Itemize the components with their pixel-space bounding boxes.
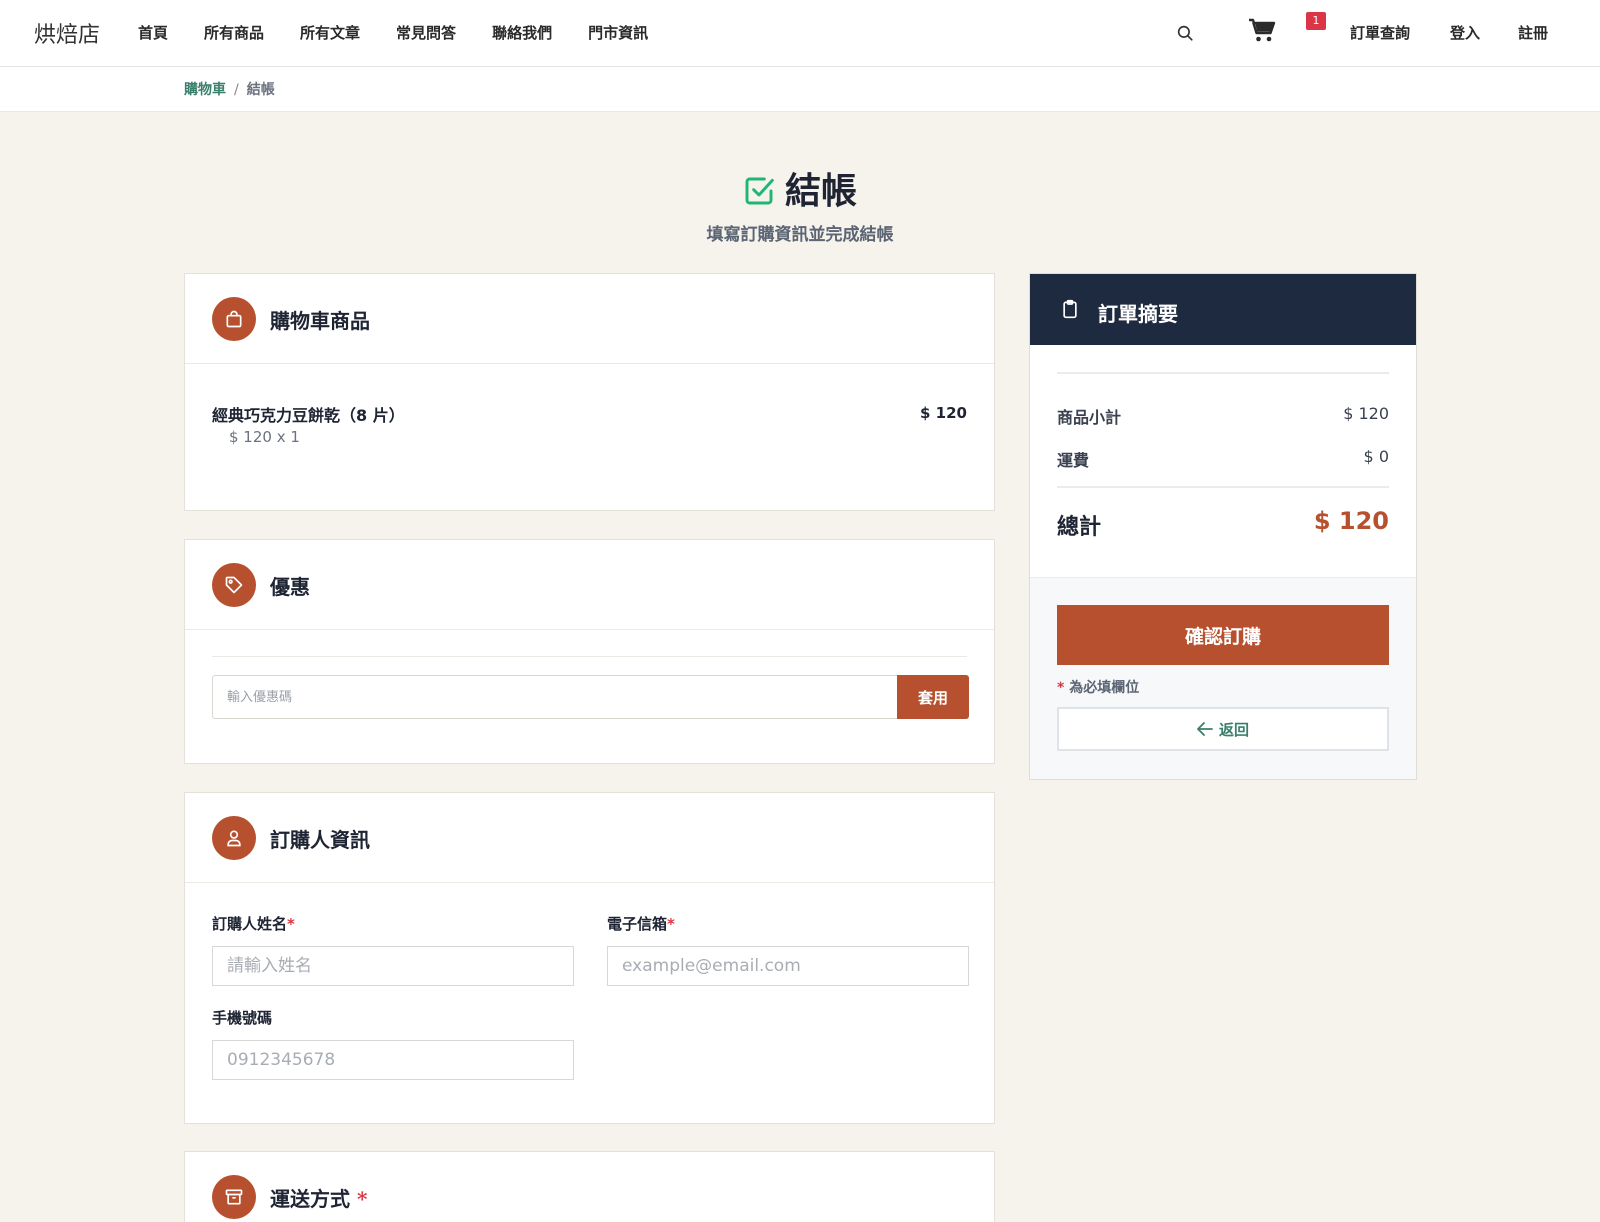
cart-count-badge: 1	[1306, 12, 1326, 30]
buyer-info-form: 訂購人姓名* 電子信箱* 手機號碼	[185, 883, 994, 1123]
nav-store-info[interactable]: 門市資訊	[588, 22, 648, 43]
order-summary-header: 訂單摘要	[1030, 274, 1416, 345]
phone-label: 手機號碼	[212, 1009, 273, 1027]
cart-items-title: 購物車商品	[270, 309, 370, 333]
coupon-card-header: 優惠	[185, 540, 994, 630]
order-summary-panel: 訂單摘要 商品小計 $ 120 運費 $ 0 總計 $ 120 確認訂購 * 為…	[1029, 273, 1417, 780]
required-note-text: 為必填欄位	[1069, 680, 1140, 696]
breadcrumb-cart-link[interactable]: 購物車	[184, 82, 226, 98]
back-button-label: 返回	[1218, 720, 1249, 739]
check-square-icon	[743, 174, 775, 216]
order-summary-actions: 確認訂購 * 為必填欄位 返回	[1030, 577, 1416, 779]
shipping-method-title-text: 運送方式	[270, 1187, 350, 1211]
buyer-info-title: 訂購人資訊	[270, 828, 370, 852]
user-icon	[212, 816, 256, 860]
clipboard-icon	[1060, 298, 1080, 324]
breadcrumb-bar: 購物車 / 結帳	[0, 67, 1600, 112]
shipping-method-card: 運送方式 *	[184, 1151, 995, 1222]
shipping-method-card-header: 運送方式 *	[185, 1152, 994, 1222]
tag-icon	[212, 563, 256, 607]
nav-faq[interactable]: 常見問答	[396, 22, 456, 43]
cart-item-name: 經典巧克力豆餅乾（8 片）	[212, 406, 405, 425]
subtotal-value: $ 120	[1343, 404, 1389, 423]
search-icon[interactable]	[1176, 24, 1196, 44]
shopping-bag-icon	[212, 297, 256, 341]
coupon-title: 優惠	[270, 575, 310, 599]
name-label: 訂購人姓名*	[212, 913, 295, 934]
back-button[interactable]: 返回	[1057, 707, 1389, 751]
nav-contact[interactable]: 聯絡我們	[492, 22, 552, 43]
cart-item-unit-qty: $ 120 x 1	[229, 428, 300, 446]
nav-home[interactable]: 首頁	[138, 22, 168, 43]
navbar: 烘焙店 首頁 所有商品 所有文章 常見問答 聯絡我們 門市資訊 1 訂單查詢 登…	[0, 0, 1600, 67]
nav-all-products[interactable]: 所有商品	[204, 22, 264, 43]
cart-icon[interactable]	[1248, 18, 1278, 46]
required-fields-note: * 為必填欄位	[1057, 677, 1139, 697]
email-label-text: 電子信箱	[607, 915, 668, 933]
total-value: $ 120	[1313, 507, 1389, 535]
coupon-divider	[212, 656, 967, 657]
email-required-mark: *	[667, 915, 675, 933]
confirm-order-button[interactable]: 確認訂購	[1057, 605, 1389, 665]
page-title: 結帳	[0, 162, 1600, 216]
coupon-code-input[interactable]	[212, 675, 897, 719]
required-note-mark: *	[1057, 680, 1065, 696]
page-title-text: 結帳	[784, 170, 857, 212]
page-subtitle: 填寫訂購資訊並完成結帳	[706, 225, 894, 245]
apply-coupon-button[interactable]: 套用	[897, 675, 969, 719]
summary-top-divider	[1057, 372, 1389, 374]
buyer-info-card-header: 訂購人資訊	[185, 793, 994, 883]
name-required-mark: *	[287, 915, 295, 933]
cart-item-row: 經典巧克力豆餅乾（8 片） $ 120 x 1 $ 120	[185, 364, 994, 511]
nav-all-articles[interactable]: 所有文章	[300, 22, 360, 43]
email-label: 電子信箱*	[607, 913, 675, 934]
nav-login[interactable]: 登入	[1450, 22, 1480, 43]
shipping-fee-value: $ 0	[1363, 447, 1389, 466]
phone-input[interactable]	[212, 1040, 574, 1080]
name-label-text: 訂購人姓名	[212, 915, 288, 933]
total-label: 總計	[1057, 514, 1102, 540]
breadcrumb: 購物車 / 結帳	[184, 79, 275, 99]
email-input[interactable]	[607, 946, 969, 986]
breadcrumb-current: 結帳	[246, 82, 275, 98]
summary-total-divider	[1057, 486, 1389, 488]
shipping-required-mark: *	[356, 1187, 368, 1211]
coupon-card: 優惠 套用	[184, 539, 995, 764]
arrow-left-icon	[1197, 722, 1213, 736]
coupon-body: 套用	[185, 630, 994, 764]
subtotal-label: 商品小計	[1057, 408, 1122, 427]
breadcrumb-separator: /	[234, 82, 239, 98]
cart-item-price: $ 120	[920, 404, 967, 422]
brand-logo[interactable]: 烘焙店	[34, 17, 100, 49]
shipping-fee-label: 運費	[1057, 451, 1090, 470]
cart-items-card-header: 購物車商品	[185, 274, 994, 364]
cart-items-card: 購物車商品 經典巧克力豆餅乾（8 片） $ 120 x 1 $ 120	[184, 273, 995, 511]
archive-box-icon	[212, 1175, 256, 1219]
name-input[interactable]	[212, 946, 574, 986]
shipping-method-title: 運送方式 *	[270, 1183, 367, 1212]
nav-register[interactable]: 註冊	[1518, 22, 1548, 43]
buyer-info-card: 訂購人資訊 訂購人姓名* 電子信箱* 手機號碼	[184, 792, 995, 1124]
nav-order-lookup[interactable]: 訂單查詢	[1350, 22, 1410, 43]
main-nav: 首頁 所有商品 所有文章 常見問答 聯絡我們 門市資訊	[138, 22, 684, 43]
order-summary-title: 訂單摘要	[1098, 302, 1178, 326]
